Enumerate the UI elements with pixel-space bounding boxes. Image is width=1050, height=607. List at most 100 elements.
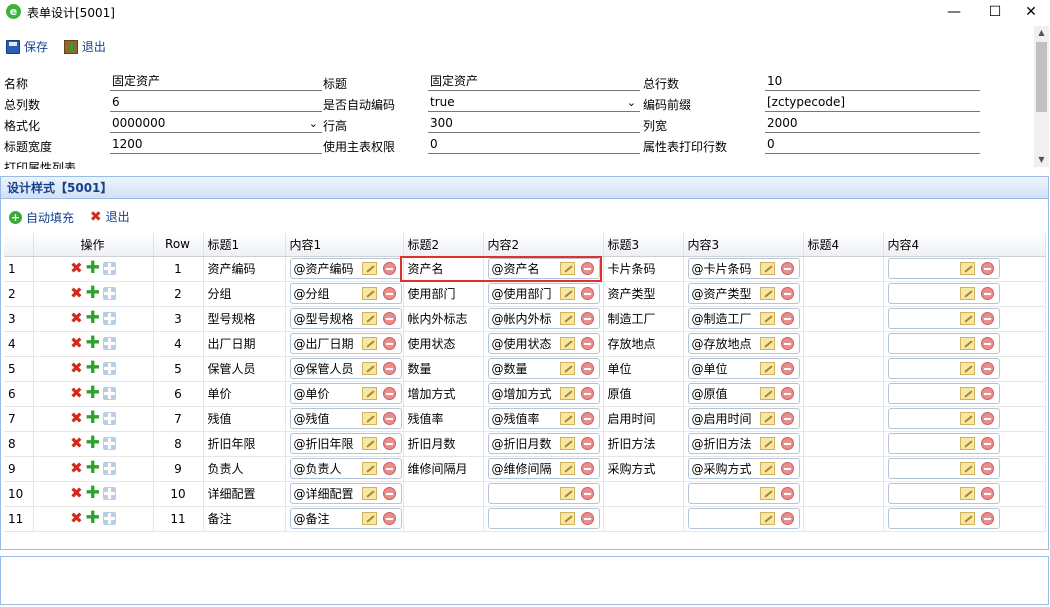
edit-icon[interactable] bbox=[361, 487, 377, 500]
content-input[interactable]: @采购方式 bbox=[687, 458, 800, 479]
remove-icon[interactable] bbox=[780, 412, 794, 425]
delete-row-icon[interactable]: ✖ bbox=[70, 336, 83, 351]
edit-icon[interactable] bbox=[361, 387, 377, 400]
edit-icon[interactable] bbox=[361, 412, 377, 425]
remove-icon[interactable] bbox=[580, 362, 594, 375]
remove-icon[interactable] bbox=[382, 512, 396, 525]
title3-cell[interactable]: 采购方式 bbox=[603, 456, 684, 482]
edit-icon[interactable] bbox=[559, 312, 575, 325]
delete-row-icon[interactable]: ✖ bbox=[70, 486, 83, 501]
remove-icon[interactable] bbox=[780, 337, 794, 350]
remove-icon[interactable] bbox=[980, 487, 994, 500]
auto-code-select[interactable]: true ⌄ bbox=[428, 94, 640, 112]
remove-icon[interactable] bbox=[980, 462, 994, 475]
auto-fill-button[interactable]: + 自动填充 bbox=[9, 209, 74, 226]
remove-icon[interactable] bbox=[780, 312, 794, 325]
content-input[interactable]: @残值 bbox=[289, 408, 402, 429]
title4-cell[interactable] bbox=[803, 431, 884, 457]
remove-icon[interactable] bbox=[980, 337, 994, 350]
title1-cell[interactable]: 单价 bbox=[203, 381, 286, 407]
delete-row-icon[interactable]: ✖ bbox=[70, 461, 83, 476]
content-input[interactable]: @增加方式 bbox=[487, 383, 600, 404]
remove-icon[interactable] bbox=[382, 262, 396, 275]
add-row-icon[interactable]: ✚ bbox=[86, 410, 100, 427]
title2-cell[interactable]: 数量 bbox=[403, 356, 484, 382]
title2-cell[interactable]: 残值率 bbox=[403, 406, 484, 432]
format-select[interactable]: 0000000 ⌄ bbox=[110, 115, 322, 133]
remove-icon[interactable] bbox=[382, 387, 396, 400]
move-row-icon[interactable] bbox=[102, 361, 116, 375]
remove-icon[interactable] bbox=[780, 462, 794, 475]
content-input[interactable]: @单位 bbox=[687, 358, 800, 379]
row-height-field[interactable]: 300 bbox=[428, 115, 640, 133]
delete-row-icon[interactable]: ✖ bbox=[70, 436, 83, 451]
edit-icon[interactable] bbox=[559, 487, 575, 500]
remove-icon[interactable] bbox=[780, 437, 794, 450]
edit-icon[interactable] bbox=[759, 437, 775, 450]
scroll-up-icon[interactable]: ▲ bbox=[1034, 26, 1049, 40]
remove-icon[interactable] bbox=[780, 262, 794, 275]
delete-row-icon[interactable]: ✖ bbox=[70, 261, 83, 276]
content-input[interactable] bbox=[887, 458, 1000, 479]
remove-icon[interactable] bbox=[580, 262, 594, 275]
content-input[interactable]: @原值 bbox=[687, 383, 800, 404]
table-row[interactable]: 6 ✖ ✚ 6 单价 @单价 增加方式 @增加方式 原值 @原值 bbox=[4, 381, 1046, 407]
exit-button[interactable]: 退出 bbox=[63, 38, 106, 55]
total-cols-field[interactable]: 6 bbox=[110, 94, 322, 112]
remove-icon[interactable] bbox=[382, 487, 396, 500]
content-input[interactable]: @资产类型 bbox=[687, 283, 800, 304]
content-input[interactable] bbox=[687, 483, 800, 504]
remove-icon[interactable] bbox=[980, 512, 994, 525]
edit-icon[interactable] bbox=[959, 387, 975, 400]
add-row-icon[interactable]: ✚ bbox=[86, 435, 100, 452]
title1-cell[interactable]: 负责人 bbox=[203, 456, 286, 482]
edit-icon[interactable] bbox=[959, 512, 975, 525]
print-rows-field[interactable]: 0 bbox=[765, 136, 980, 154]
delete-row-icon[interactable]: ✖ bbox=[70, 286, 83, 301]
header-cell[interactable]: Row bbox=[153, 233, 204, 257]
edit-icon[interactable] bbox=[559, 287, 575, 300]
remove-icon[interactable] bbox=[580, 337, 594, 350]
title3-cell[interactable]: 资产类型 bbox=[603, 281, 684, 307]
content-input[interactable]: @折旧月数 bbox=[487, 433, 600, 454]
edit-icon[interactable] bbox=[361, 512, 377, 525]
edit-icon[interactable] bbox=[361, 362, 377, 375]
content-input[interactable] bbox=[887, 483, 1000, 504]
add-row-icon[interactable]: ✚ bbox=[86, 385, 100, 402]
maximize-button[interactable]: ☐ bbox=[976, 0, 1014, 24]
remove-icon[interactable] bbox=[980, 387, 994, 400]
title4-cell[interactable] bbox=[803, 481, 884, 507]
edit-icon[interactable] bbox=[361, 437, 377, 450]
content-input[interactable]: @折旧方法 bbox=[687, 433, 800, 454]
remove-icon[interactable] bbox=[580, 387, 594, 400]
remove-icon[interactable] bbox=[780, 362, 794, 375]
title1-cell[interactable]: 残值 bbox=[203, 406, 286, 432]
title2-cell[interactable] bbox=[403, 481, 484, 507]
title1-cell[interactable]: 分组 bbox=[203, 281, 286, 307]
content-input[interactable] bbox=[887, 408, 1000, 429]
edit-icon[interactable] bbox=[361, 337, 377, 350]
remove-icon[interactable] bbox=[980, 412, 994, 425]
title4-cell[interactable] bbox=[803, 456, 884, 482]
content-input[interactable]: @使用部门 bbox=[487, 283, 600, 304]
table-row[interactable]: 4 ✖ ✚ 4 出厂日期 @出厂日期 使用状态 @使用状态 存放地点 @存放地点 bbox=[4, 331, 1046, 357]
header-cell[interactable]: 标题4 bbox=[803, 233, 884, 257]
title4-cell[interactable] bbox=[803, 381, 884, 407]
header-cell[interactable]: 内容2 bbox=[483, 233, 604, 257]
edit-icon[interactable] bbox=[559, 387, 575, 400]
scroll-down-icon[interactable]: ▼ bbox=[1034, 153, 1049, 167]
remove-icon[interactable] bbox=[382, 362, 396, 375]
title-field[interactable]: 固定资产 bbox=[428, 73, 640, 91]
delete-row-icon[interactable]: ✖ bbox=[70, 386, 83, 401]
edit-icon[interactable] bbox=[959, 462, 975, 475]
content-input[interactable]: @残值率 bbox=[487, 408, 600, 429]
title3-cell[interactable]: 制造工厂 bbox=[603, 306, 684, 332]
edit-icon[interactable] bbox=[559, 412, 575, 425]
table-row[interactable]: 8 ✖ ✚ 8 折旧年限 @折旧年限 折旧月数 @折旧月数 折旧方法 @折旧方法 bbox=[4, 431, 1046, 457]
remove-icon[interactable] bbox=[382, 412, 396, 425]
title2-cell[interactable]: 增加方式 bbox=[403, 381, 484, 407]
edit-icon[interactable] bbox=[759, 512, 775, 525]
title4-cell[interactable] bbox=[803, 306, 884, 332]
content-input[interactable]: @折旧年限 bbox=[289, 433, 402, 454]
add-row-icon[interactable]: ✚ bbox=[86, 485, 100, 502]
